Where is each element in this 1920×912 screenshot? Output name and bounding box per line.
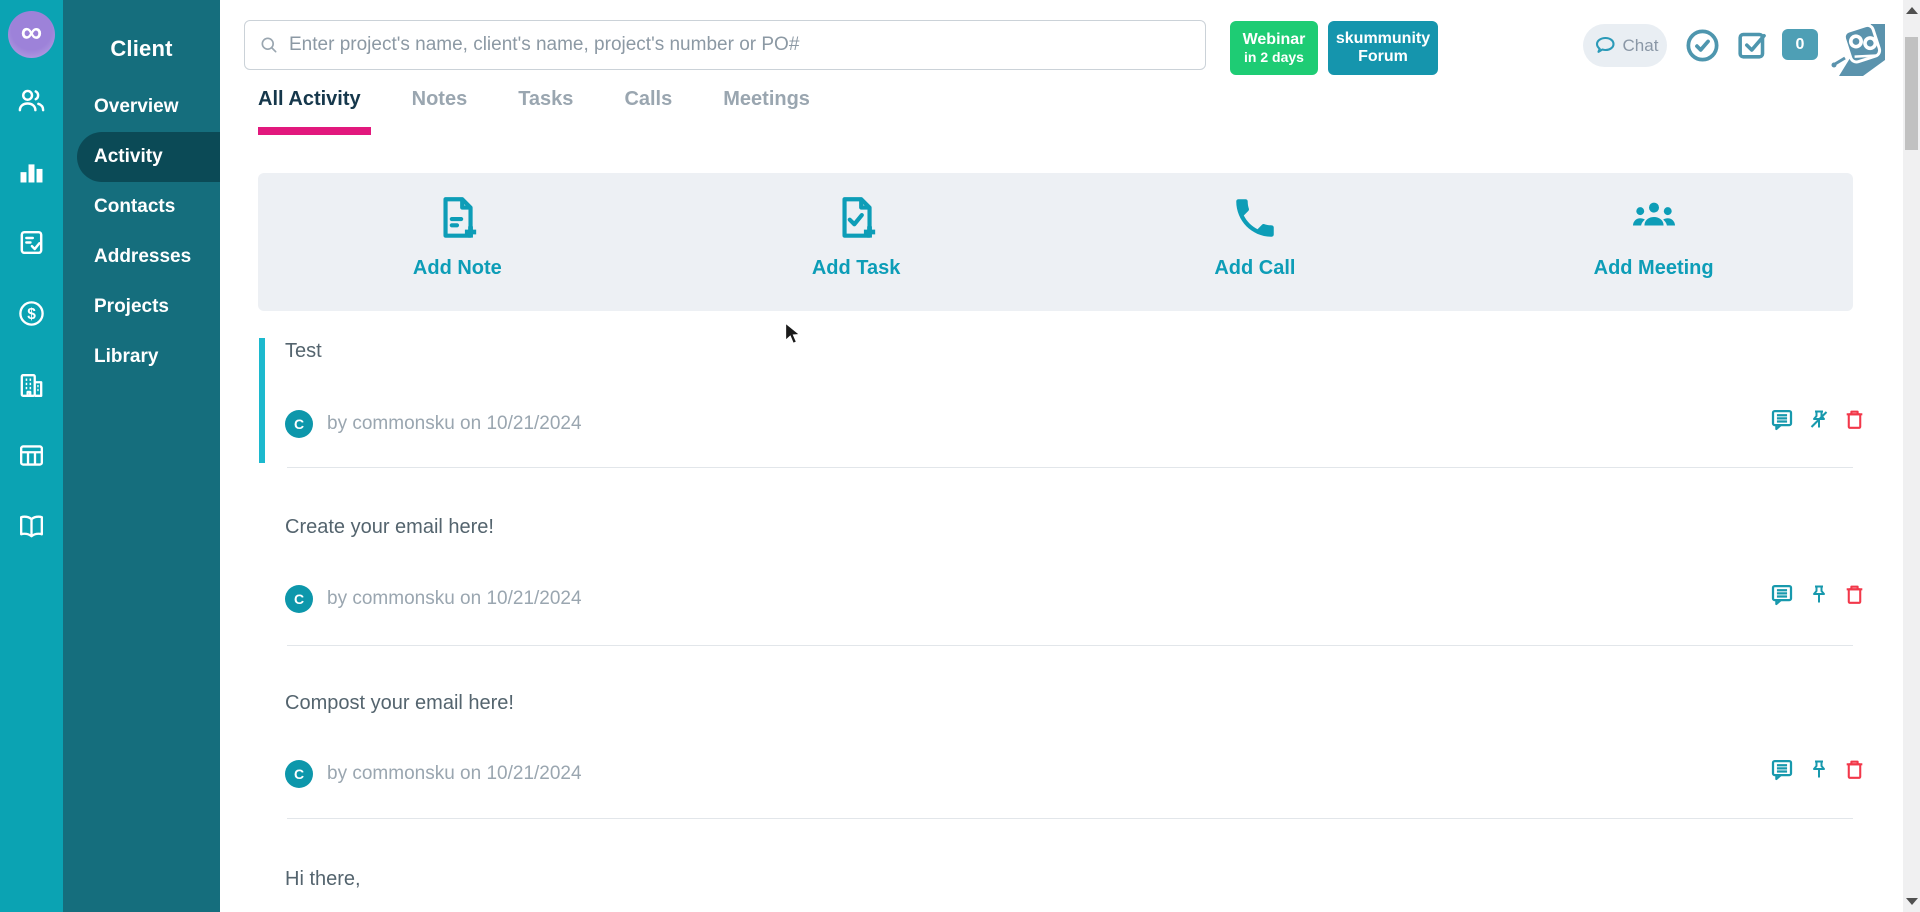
add-call-button[interactable]: Add Call (1056, 173, 1455, 311)
search-input[interactable] (289, 34, 1205, 56)
sidebar-item-activity[interactable]: Activity (77, 132, 220, 182)
checkbox-icon[interactable] (1734, 26, 1771, 63)
author-avatar: C (285, 760, 313, 788)
activity-row-title: Test (285, 339, 322, 363)
activity-row-actions (1768, 756, 1867, 783)
unpin-icon[interactable] (1807, 406, 1831, 433)
scroll-down-arrow[interactable] (1906, 898, 1918, 905)
icon-rail: ∞ $ (0, 0, 63, 912)
table-icon[interactable] (16, 440, 47, 471)
activity-row-actions (1768, 406, 1867, 433)
sidebar-item-projects[interactable]: Projects (63, 282, 220, 332)
orders-icon[interactable] (16, 227, 47, 258)
row-divider (287, 467, 1853, 468)
activity-row-byline: C by commonsku on 10/21/2024 (285, 760, 582, 788)
meeting-icon (1627, 193, 1681, 243)
building-icon[interactable] (16, 370, 47, 401)
pin-icon[interactable] (1807, 581, 1831, 608)
trash-icon[interactable] (1842, 406, 1867, 433)
comment-icon[interactable] (1768, 756, 1796, 783)
sidebar-item-overview[interactable]: Overview (63, 82, 220, 132)
activity-row-actions (1768, 581, 1867, 608)
chat-bubble-icon (1592, 34, 1618, 58)
skummunity-forum-button[interactable]: skummunity Forum (1328, 21, 1438, 75)
tab-meetings[interactable]: Meetings (723, 88, 810, 111)
trash-icon[interactable] (1842, 581, 1867, 608)
add-meeting-button[interactable]: Add Meeting (1454, 173, 1853, 311)
tab-notes[interactable]: Notes (412, 88, 468, 111)
phone-icon (1230, 193, 1280, 243)
sidebar-item-library[interactable]: Library (63, 332, 220, 382)
author-avatar: C (285, 410, 313, 438)
svg-text:$: $ (27, 306, 36, 323)
chat-label: Chat (1623, 36, 1659, 56)
chat-button[interactable]: Chat (1583, 24, 1667, 67)
active-tab-indicator (258, 127, 371, 135)
project-search (244, 20, 1206, 70)
activity-row-byline: C by commonsku on 10/21/2024 (285, 410, 582, 438)
row-divider (287, 645, 1853, 646)
activity-tabs: All Activity Notes Tasks Calls Meetings (258, 88, 810, 111)
tab-tasks[interactable]: Tasks (518, 88, 573, 111)
client-sidebar: Client Overview Activity Contacts Addres… (63, 0, 220, 912)
infinity-icon: ∞ (21, 18, 42, 48)
user-avatar[interactable] (1825, 16, 1885, 76)
trash-icon[interactable] (1842, 756, 1867, 783)
pin-icon[interactable] (1807, 756, 1831, 783)
robot-avatar (1825, 16, 1885, 76)
commonsku-logo[interactable]: ∞ (8, 11, 55, 58)
activity-row-title: Hi there, (285, 867, 361, 891)
mouse-cursor (784, 322, 806, 346)
dollar-icon[interactable]: $ (16, 298, 47, 329)
add-note-button[interactable]: Add Note (258, 173, 657, 311)
note-add-icon (432, 193, 482, 243)
clock-icon[interactable] (1683, 26, 1722, 65)
sidebar-item-addresses[interactable]: Addresses (63, 232, 220, 282)
tab-calls[interactable]: Calls (624, 88, 672, 111)
comment-icon[interactable] (1768, 406, 1796, 433)
tab-all-activity[interactable]: All Activity (258, 88, 361, 111)
task-add-icon (831, 193, 881, 243)
search-icon (259, 35, 279, 55)
sidebar-item-contacts[interactable]: Contacts (63, 182, 220, 232)
pinned-row-highlight (259, 338, 265, 463)
activity-row-byline: C by commonsku on 10/21/2024 (285, 585, 582, 613)
book-icon[interactable] (16, 511, 47, 542)
quick-actions-panel: Add Note Add Task Add Call Add Meeting (258, 173, 1853, 311)
people-icon[interactable] (16, 85, 47, 116)
bar-chart-icon[interactable] (16, 156, 47, 187)
activity-row-title: Compost your email here! (285, 691, 514, 715)
scrollbar-thumb[interactable] (1905, 37, 1918, 150)
scroll-up-arrow[interactable] (1906, 7, 1918, 14)
page-scrollbar[interactable] (1903, 0, 1920, 912)
sidebar-title: Client (63, 36, 220, 62)
notification-badge[interactable]: 0 (1782, 29, 1818, 60)
comment-icon[interactable] (1768, 581, 1796, 608)
row-divider (287, 818, 1853, 819)
author-avatar: C (285, 585, 313, 613)
add-task-button[interactable]: Add Task (657, 173, 1056, 311)
activity-row-title: Create your email here! (285, 515, 494, 539)
webinar-button[interactable]: Webinar in 2 days (1230, 21, 1318, 75)
